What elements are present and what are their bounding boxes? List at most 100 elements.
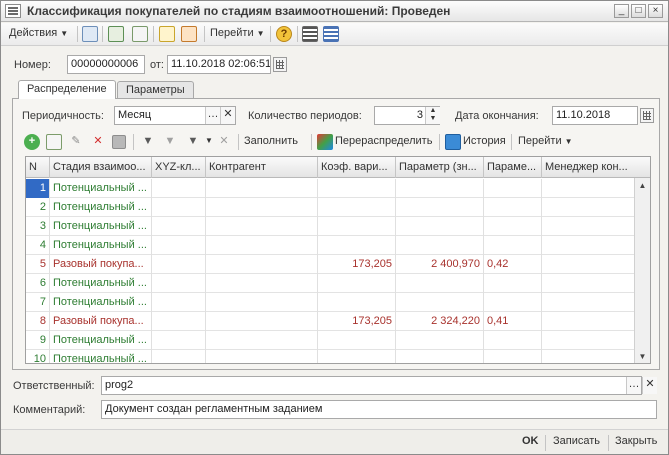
refresh-icon[interactable] xyxy=(108,26,124,42)
tab-parameters[interactable]: Параметры xyxy=(117,81,194,99)
cell-coef[interactable] xyxy=(318,350,396,363)
select-dots-button[interactable]: … xyxy=(626,377,641,394)
maximize-button[interactable]: □ xyxy=(631,4,646,18)
cell-param2[interactable] xyxy=(484,236,542,255)
scroll-up-icon[interactable]: ▲ xyxy=(635,178,650,193)
cell-contractor[interactable] xyxy=(206,255,318,274)
column-header-param[interactable]: Параметр (зн... xyxy=(396,157,484,178)
cell-stage[interactable]: Потенциальный ... xyxy=(50,198,152,217)
cell-param2[interactable] xyxy=(484,217,542,236)
cell-stage[interactable]: Потенциальный ... xyxy=(50,350,152,363)
cell-stage[interactable]: Потенциальный ... xyxy=(50,179,152,198)
table-row[interactable]: 7 Потенциальный ... xyxy=(26,293,636,312)
import-icon[interactable] xyxy=(181,26,197,42)
column-header-param2[interactable]: Параме... xyxy=(484,157,542,178)
cell-param[interactable] xyxy=(396,217,484,236)
cell-n[interactable]: 6 xyxy=(26,274,50,293)
title-bar[interactable]: Классификация покупателей по стадиям вза… xyxy=(1,1,668,22)
table-row[interactable]: 4 Потенциальный ... xyxy=(26,236,636,255)
end-edit-icon[interactable] xyxy=(112,135,126,149)
cell-manager[interactable] xyxy=(542,217,636,236)
cell-xyz[interactable] xyxy=(152,293,206,312)
responsible-field[interactable]: prog2 xyxy=(101,376,642,395)
cell-n[interactable]: 10 xyxy=(26,350,50,363)
chevron-down-icon[interactable]: ▼ xyxy=(205,136,213,145)
filter-selection-icon[interactable]: ▼ xyxy=(162,134,178,150)
cell-coef[interactable]: 173,205 xyxy=(318,312,396,331)
structure-icon[interactable] xyxy=(302,26,318,42)
cell-manager[interactable] xyxy=(542,350,636,363)
cell-n[interactable]: 5 xyxy=(26,255,50,274)
cell-xyz[interactable] xyxy=(152,331,206,350)
scroll-down-icon[interactable]: ▼ xyxy=(635,349,650,363)
table-row[interactable]: 9 Потенциальный ... xyxy=(26,331,636,350)
cell-stage[interactable]: Потенциальный ... xyxy=(50,293,152,312)
cell-xyz[interactable] xyxy=(152,236,206,255)
cell-coef[interactable]: 173,205 xyxy=(318,255,396,274)
cell-stage[interactable]: Разовый покупа... xyxy=(50,255,152,274)
list-settings-icon[interactable] xyxy=(323,26,339,42)
add-row-icon[interactable]: + xyxy=(24,134,40,150)
cell-stage[interactable]: Потенциальный ... xyxy=(50,331,152,350)
cell-param2[interactable]: 0,42 xyxy=(484,255,542,274)
copy-row-icon[interactable] xyxy=(46,134,62,150)
cell-stage[interactable]: Разовый покупа... xyxy=(50,312,152,331)
filter-icon[interactable]: ▼ xyxy=(140,134,156,150)
cell-manager[interactable] xyxy=(542,274,636,293)
tab-distribution[interactable]: Распределение xyxy=(18,80,116,99)
close-button[interactable]: × xyxy=(648,4,663,18)
cell-param[interactable] xyxy=(396,331,484,350)
cell-param2[interactable] xyxy=(484,293,542,312)
cell-param[interactable] xyxy=(396,274,484,293)
cell-manager[interactable] xyxy=(542,198,636,217)
cell-xyz[interactable] xyxy=(152,350,206,363)
cell-param[interactable] xyxy=(396,236,484,255)
cell-stage[interactable]: Потенциальный ... xyxy=(50,274,152,293)
cell-param2[interactable] xyxy=(484,198,542,217)
filter-list-icon[interactable]: ▼ xyxy=(185,134,201,150)
cell-n[interactable]: 3 xyxy=(26,217,50,236)
classification-table[interactable]: N Стадия взаимоо... XYZ-кл... Контрагент… xyxy=(25,156,651,364)
cell-stage[interactable]: Потенциальный ... xyxy=(50,236,152,255)
cell-param2[interactable] xyxy=(484,179,542,198)
cell-xyz[interactable] xyxy=(152,274,206,293)
column-header-contractor[interactable]: Контрагент xyxy=(206,157,318,178)
cell-contractor[interactable] xyxy=(206,274,318,293)
cell-contractor[interactable] xyxy=(206,312,318,331)
table-row[interactable]: 6 Потенциальный ... xyxy=(26,274,636,293)
cell-contractor[interactable] xyxy=(206,350,318,363)
table-row[interactable]: 3 Потенциальный ... xyxy=(26,217,636,236)
ok-button[interactable]: OK xyxy=(522,435,539,447)
spinner-arrows-icon[interactable]: ▲ ▼ xyxy=(425,107,440,124)
cell-param[interactable]: 2 400,970 xyxy=(396,255,484,274)
cell-param2[interactable] xyxy=(484,274,542,293)
calendar-icon[interactable] xyxy=(640,108,654,123)
minimize-button[interactable]: _ xyxy=(614,4,629,18)
date-field[interactable]: 11.10.2018 02:06:51 xyxy=(167,55,271,74)
cell-xyz[interactable] xyxy=(152,255,206,274)
fill-button[interactable]: Заполнить xyxy=(244,135,298,147)
cell-coef[interactable] xyxy=(318,236,396,255)
export-icon[interactable] xyxy=(159,26,175,42)
delete-icon[interactable]: ✕ xyxy=(90,134,106,150)
column-header-n[interactable]: N xyxy=(26,157,50,178)
cell-param[interactable] xyxy=(396,350,484,363)
cell-xyz[interactable] xyxy=(152,312,206,331)
cell-coef[interactable] xyxy=(318,274,396,293)
cell-param2[interactable]: 0,41 xyxy=(484,312,542,331)
post-icon[interactable] xyxy=(82,26,98,42)
clear-filter-icon[interactable]: ✕ xyxy=(216,134,232,150)
copy-icon[interactable] xyxy=(132,26,148,42)
cell-contractor[interactable] xyxy=(206,217,318,236)
cell-manager[interactable] xyxy=(542,255,636,274)
clear-icon[interactable]: ✕ xyxy=(220,107,235,124)
close-form-button[interactable]: Закрыть xyxy=(615,435,657,447)
calendar-icon[interactable] xyxy=(273,57,287,72)
cell-stage[interactable]: Потенциальный ... xyxy=(50,217,152,236)
cell-n[interactable]: 9 xyxy=(26,331,50,350)
cell-coef[interactable] xyxy=(318,331,396,350)
cell-n[interactable]: 2 xyxy=(26,198,50,217)
cell-contractor[interactable] xyxy=(206,293,318,312)
end-date-field[interactable]: 11.10.2018 xyxy=(552,106,638,125)
number-field[interactable]: 00000000006 xyxy=(67,55,145,74)
